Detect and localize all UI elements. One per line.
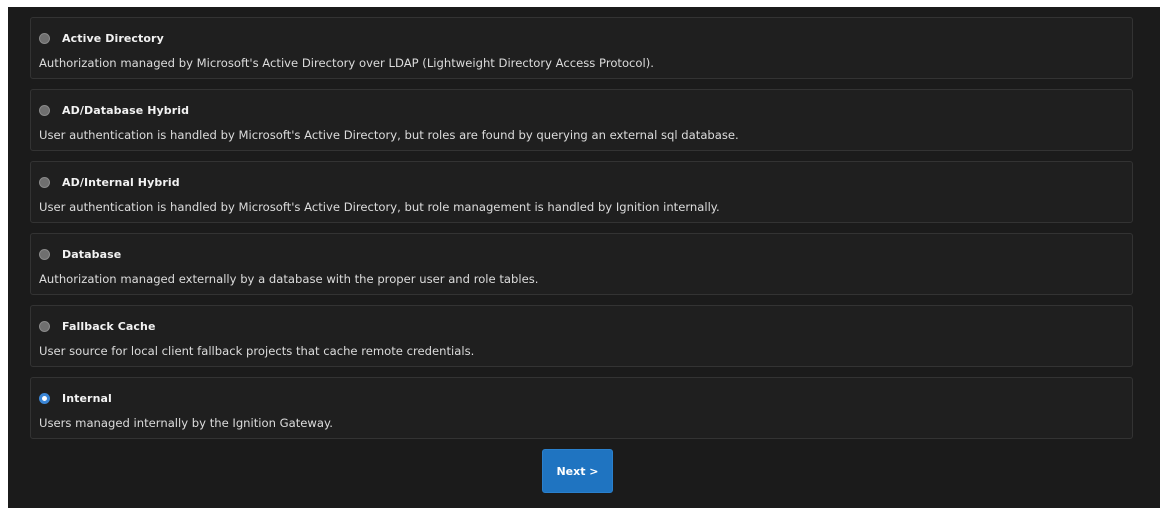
radio-button-selected[interactable]: [39, 392, 50, 404]
option-header: Database: [39, 247, 121, 261]
option-description: Authorization managed externally by a da…: [39, 272, 539, 286]
radio-button[interactable]: [39, 320, 50, 332]
option-fallback-cache[interactable]: Fallback Cache User source for local cli…: [30, 305, 1133, 367]
radio-button[interactable]: [39, 176, 50, 188]
radio-button[interactable]: [39, 104, 50, 116]
option-title: Active Directory: [62, 31, 164, 45]
radio-button[interactable]: [39, 32, 50, 44]
user-source-type-panel: Active Directory Authorization managed b…: [8, 7, 1160, 508]
option-title: Internal: [62, 391, 112, 405]
option-internal[interactable]: Internal Users managed internally by the…: [30, 377, 1133, 439]
radio-button[interactable]: [39, 248, 50, 260]
option-title: Database: [62, 247, 122, 261]
option-ad-database-hybrid[interactable]: AD/Database Hybrid User authentication i…: [30, 89, 1133, 151]
option-active-directory[interactable]: Active Directory Authorization managed b…: [30, 17, 1133, 79]
option-description: Users managed internally by the Ignition…: [39, 416, 333, 430]
option-title: AD/Internal Hybrid: [62, 175, 180, 189]
option-header: AD/Internal Hybrid: [39, 175, 180, 189]
option-header: Fallback Cache: [39, 319, 156, 333]
option-database[interactable]: Database Authorization managed externall…: [30, 233, 1133, 295]
option-title: Fallback Cache: [62, 319, 156, 333]
option-title: AD/Database Hybrid: [62, 103, 190, 117]
option-description: User source for local client fallback pr…: [39, 344, 475, 358]
option-description: User authentication is handled by Micros…: [39, 200, 720, 214]
option-description: User authentication is handled by Micros…: [39, 128, 739, 142]
next-button[interactable]: Next >: [542, 449, 613, 493]
option-ad-internal-hybrid[interactable]: AD/Internal Hybrid User authentication i…: [30, 161, 1133, 223]
option-header: AD/Database Hybrid: [39, 103, 189, 117]
option-description: Authorization managed by Microsoft's Act…: [39, 56, 654, 70]
option-header: Active Directory: [39, 31, 164, 45]
option-header: Internal: [39, 391, 112, 405]
